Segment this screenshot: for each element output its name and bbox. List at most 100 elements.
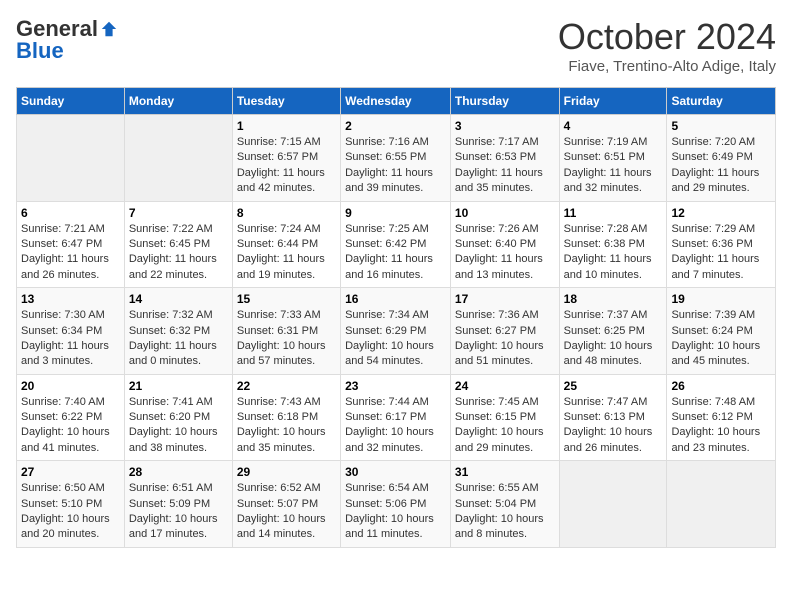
day-number: 7 [129, 206, 228, 220]
day-info: Sunrise: 6:51 AMSunset: 5:09 PMDaylight:… [129, 481, 228, 543]
day-info: Sunrise: 7:45 AMSunset: 6:15 PMDaylight:… [455, 395, 555, 457]
weekday-header-monday: Monday [124, 88, 232, 115]
calendar-cell: 2 Sunrise: 7:16 AMSunset: 6:55 PMDaylight… [341, 115, 451, 202]
day-info: Sunrise: 7:25 AMSunset: 6:42 PMDaylight:… [345, 222, 446, 284]
calendar-cell: 12 Sunrise: 7:29 AMSunset: 6:36 PMDayligh… [667, 201, 776, 288]
day-info: Sunrise: 7:33 AMSunset: 6:31 PMDaylight:… [237, 308, 336, 370]
day-info: Sunrise: 7:15 AMSunset: 6:57 PMDaylight:… [237, 135, 336, 197]
day-info: Sunrise: 7:30 AMSunset: 6:34 PMDaylight:… [21, 308, 120, 370]
calendar-cell: 25 Sunrise: 7:47 AMSunset: 6:13 PMDayligh… [559, 374, 667, 461]
calendar-cell: 26 Sunrise: 7:48 AMSunset: 6:12 PMDayligh… [667, 374, 776, 461]
calendar-cell: 29 Sunrise: 6:52 AMSunset: 5:07 PMDayligh… [232, 461, 340, 548]
day-info: Sunrise: 7:19 AMSunset: 6:51 PMDaylight:… [564, 135, 663, 197]
day-info: Sunrise: 7:29 AMSunset: 6:36 PMDaylight:… [671, 222, 771, 284]
day-info: Sunrise: 7:39 AMSunset: 6:24 PMDaylight:… [671, 308, 771, 370]
day-number: 8 [237, 206, 336, 220]
day-number: 12 [671, 206, 771, 220]
location-subtitle: Fiave, Trentino-Alto Adige, Italy [558, 58, 776, 75]
calendar-cell: 24 Sunrise: 7:45 AMSunset: 6:15 PMDayligh… [450, 374, 559, 461]
calendar-cell [124, 115, 232, 202]
day-info: Sunrise: 7:28 AMSunset: 6:38 PMDaylight:… [564, 222, 663, 284]
calendar-cell [667, 461, 776, 548]
calendar-cell [17, 115, 125, 202]
day-info: Sunrise: 6:54 AMSunset: 5:06 PMDaylight:… [345, 481, 446, 543]
calendar-cell: 14 Sunrise: 7:32 AMSunset: 6:32 PMDayligh… [124, 288, 232, 375]
calendar-cell: 28 Sunrise: 6:51 AMSunset: 5:09 PMDayligh… [124, 461, 232, 548]
calendar-table: SundayMondayTuesdayWednesdayThursdayFrid… [16, 87, 776, 548]
day-number: 21 [129, 379, 228, 393]
weekday-header-sunday: Sunday [17, 88, 125, 115]
day-number: 18 [564, 292, 663, 306]
logo-icon [100, 20, 118, 38]
day-number: 9 [345, 206, 446, 220]
day-info: Sunrise: 7:32 AMSunset: 6:32 PMDaylight:… [129, 308, 228, 370]
day-number: 30 [345, 465, 446, 479]
day-number: 26 [671, 379, 771, 393]
calendar-body: 1Sunrise: 7:15 AMSunset: 6:57 PMDaylight… [17, 115, 776, 548]
calendar-cell: 31 Sunrise: 6:55 AMSunset: 5:04 PMDayligh… [450, 461, 559, 548]
calendar-cell: 9 Sunrise: 7:25 AMSunset: 6:42 PMDaylight… [341, 201, 451, 288]
day-info: Sunrise: 7:41 AMSunset: 6:20 PMDaylight:… [129, 395, 228, 457]
logo-blue-text: Blue [16, 38, 64, 63]
calendar-cell: 15 Sunrise: 7:33 AMSunset: 6:31 PMDayligh… [232, 288, 340, 375]
weekday-header-tuesday: Tuesday [232, 88, 340, 115]
calendar-week-row: 27Sunrise: 6:50 AMSunset: 5:10 PMDayligh… [17, 461, 776, 548]
day-info: Sunrise: 7:37 AMSunset: 6:25 PMDaylight:… [564, 308, 663, 370]
weekday-header-row: SundayMondayTuesdayWednesdayThursdayFrid… [17, 88, 776, 115]
day-number: 14 [129, 292, 228, 306]
calendar-cell: 11 Sunrise: 7:28 AMSunset: 6:38 PMDayligh… [559, 201, 667, 288]
day-info: Sunrise: 7:26 AMSunset: 6:40 PMDaylight:… [455, 222, 555, 284]
calendar-cell [559, 461, 667, 548]
day-info: Sunrise: 7:34 AMSunset: 6:29 PMDaylight:… [345, 308, 446, 370]
day-info: Sunrise: 7:36 AMSunset: 6:27 PMDaylight:… [455, 308, 555, 370]
day-info: Sunrise: 7:44 AMSunset: 6:17 PMDaylight:… [345, 395, 446, 457]
calendar-cell: 17 Sunrise: 7:36 AMSunset: 6:27 PMDayligh… [450, 288, 559, 375]
day-number: 17 [455, 292, 555, 306]
day-number: 24 [455, 379, 555, 393]
day-number: 28 [129, 465, 228, 479]
weekday-header-friday: Friday [559, 88, 667, 115]
day-info: Sunrise: 6:52 AMSunset: 5:07 PMDaylight:… [237, 481, 336, 543]
day-info: Sunrise: 7:21 AMSunset: 6:47 PMDaylight:… [21, 222, 120, 284]
day-number: 2 [345, 119, 446, 133]
calendar-week-row: 1Sunrise: 7:15 AMSunset: 6:57 PMDaylight… [17, 115, 776, 202]
day-number: 31 [455, 465, 555, 479]
day-info: Sunrise: 7:16 AMSunset: 6:55 PMDaylight:… [345, 135, 446, 197]
day-number: 25 [564, 379, 663, 393]
day-number: 15 [237, 292, 336, 306]
title-section: October 2024 Fiave, Trentino-Alto Adige,… [558, 16, 776, 75]
calendar-cell: 8Sunrise: 7:24 AMSunset: 6:44 PMDaylight… [232, 201, 340, 288]
day-info: Sunrise: 7:22 AMSunset: 6:45 PMDaylight:… [129, 222, 228, 284]
day-number: 23 [345, 379, 446, 393]
calendar-cell: 30 Sunrise: 6:54 AMSunset: 5:06 PMDayligh… [341, 461, 451, 548]
calendar-cell: 20 Sunrise: 7:40 AMSunset: 6:22 PMDayligh… [17, 374, 125, 461]
day-info: Sunrise: 7:43 AMSunset: 6:18 PMDaylight:… [237, 395, 336, 457]
calendar-cell: 6Sunrise: 7:21 AMSunset: 6:47 PMDaylight… [17, 201, 125, 288]
day-info: Sunrise: 7:48 AMSunset: 6:12 PMDaylight:… [671, 395, 771, 457]
day-number: 11 [564, 206, 663, 220]
day-info: Sunrise: 7:47 AMSunset: 6:13 PMDaylight:… [564, 395, 663, 457]
day-number: 20 [21, 379, 120, 393]
calendar-cell: 10 Sunrise: 7:26 AMSunset: 6:40 PMDayligh… [450, 201, 559, 288]
month-title: October 2024 [558, 16, 776, 58]
calendar-week-row: 13 Sunrise: 7:30 AMSunset: 6:34 PMDayligh… [17, 288, 776, 375]
calendar-header: SundayMondayTuesdayWednesdayThursdayFrid… [17, 88, 776, 115]
calendar-cell: 23 Sunrise: 7:44 AMSunset: 6:17 PMDayligh… [341, 374, 451, 461]
calendar-cell: 4Sunrise: 7:19 AMSunset: 6:51 PMDaylight… [559, 115, 667, 202]
day-info: Sunrise: 6:55 AMSunset: 5:04 PMDaylight:… [455, 481, 555, 543]
day-number: 10 [455, 206, 555, 220]
calendar-cell: 3 Sunrise: 7:17 AMSunset: 6:53 PMDaylight… [450, 115, 559, 202]
calendar-week-row: 6Sunrise: 7:21 AMSunset: 6:47 PMDaylight… [17, 201, 776, 288]
day-info: Sunrise: 7:17 AMSunset: 6:53 PMDaylight:… [455, 135, 555, 197]
calendar-week-row: 20 Sunrise: 7:40 AMSunset: 6:22 PMDayligh… [17, 374, 776, 461]
day-number: 29 [237, 465, 336, 479]
calendar-cell: 16 Sunrise: 7:34 AMSunset: 6:29 PMDayligh… [341, 288, 451, 375]
day-info: Sunrise: 6:50 AMSunset: 5:10 PMDaylight:… [21, 481, 120, 543]
calendar-cell: 21 Sunrise: 7:41 AMSunset: 6:20 PMDayligh… [124, 374, 232, 461]
day-number: 16 [345, 292, 446, 306]
day-info: Sunrise: 7:40 AMSunset: 6:22 PMDaylight:… [21, 395, 120, 457]
weekday-header-thursday: Thursday [450, 88, 559, 115]
calendar-cell: 13 Sunrise: 7:30 AMSunset: 6:34 PMDayligh… [17, 288, 125, 375]
day-number: 3 [455, 119, 555, 133]
day-number: 13 [21, 292, 120, 306]
